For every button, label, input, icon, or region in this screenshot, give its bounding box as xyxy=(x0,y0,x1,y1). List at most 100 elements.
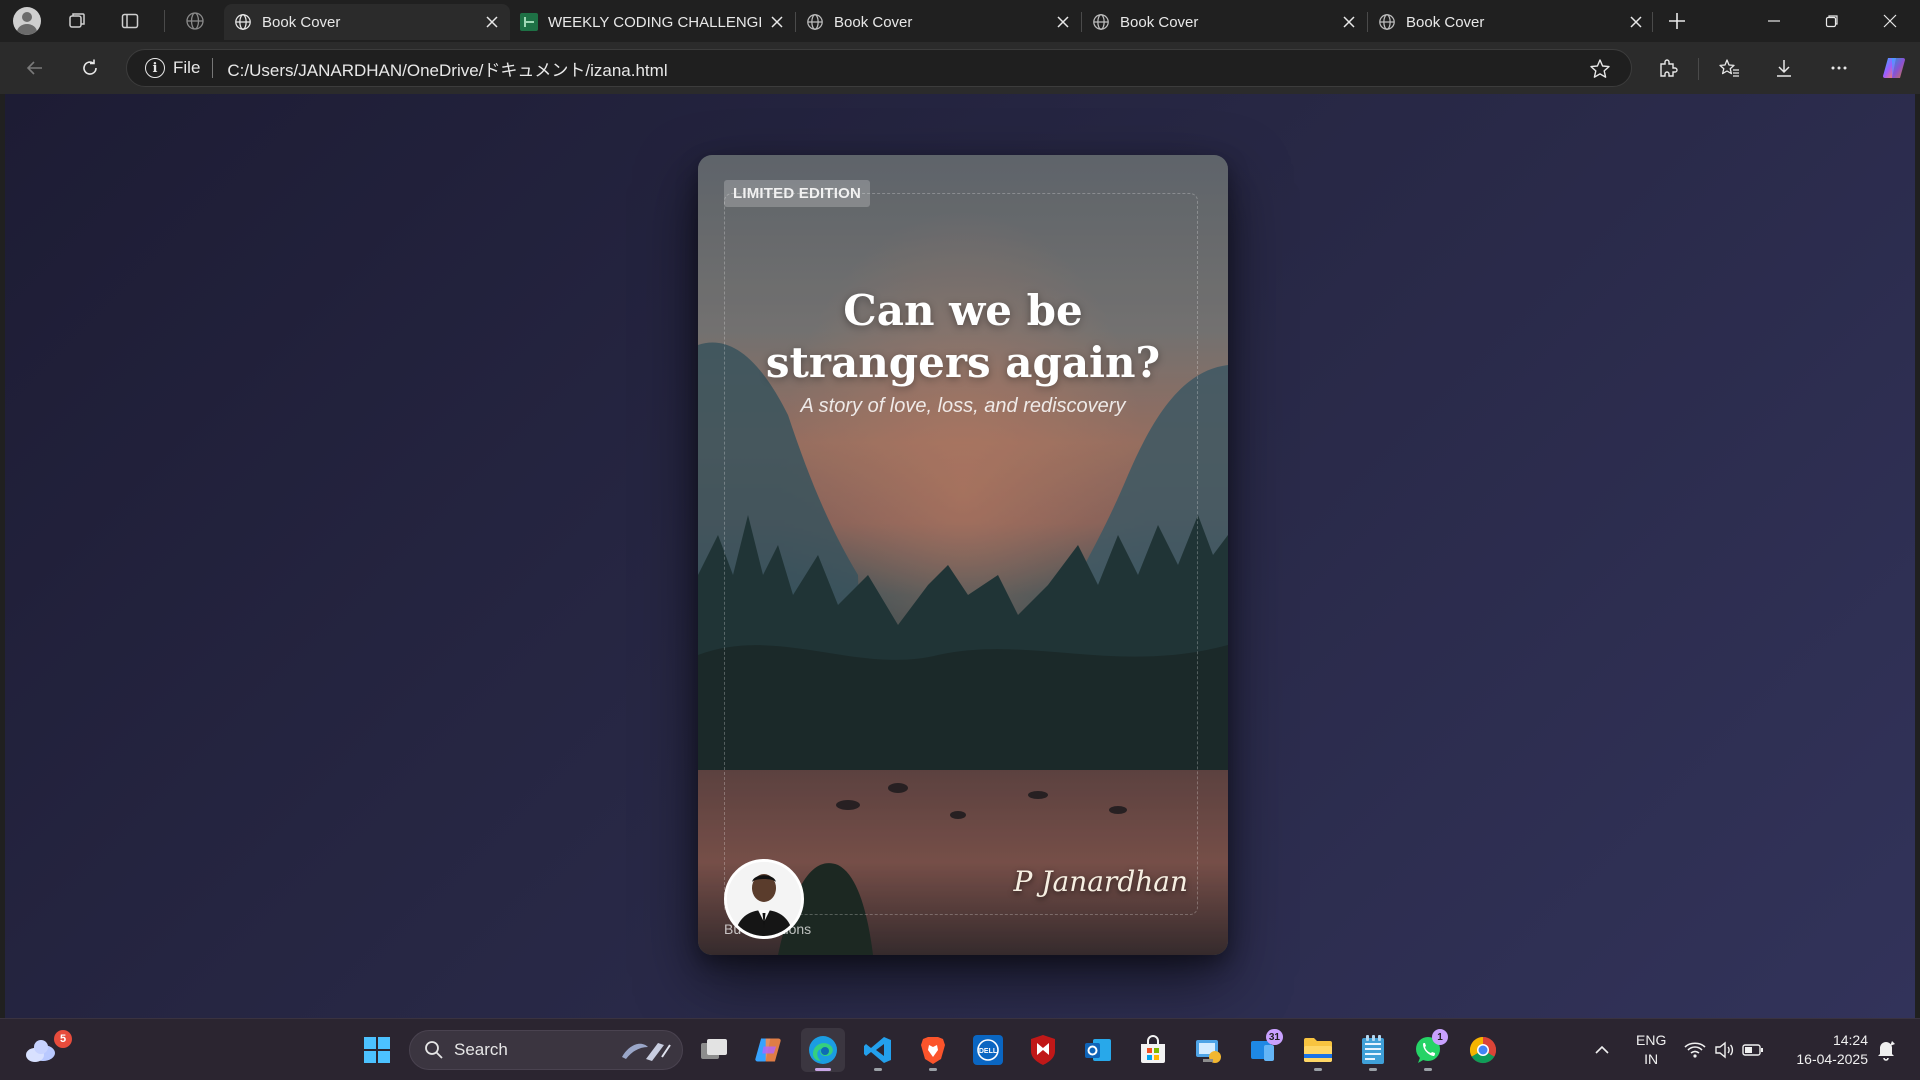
notification-center-button[interactable] xyxy=(1864,1028,1908,1072)
close-icon[interactable] xyxy=(1341,14,1357,30)
refresh-button[interactable] xyxy=(72,50,108,86)
dell-app[interactable]: DELL xyxy=(966,1028,1010,1072)
browser-toolbar: i File C:/Users/JANARDHAN/OneDrive/ドキュメン… xyxy=(0,42,1920,94)
outlook-icon xyxy=(1085,1039,1111,1061)
edge-app[interactable] xyxy=(801,1028,845,1072)
tab-book-cover-active[interactable]: Book Cover xyxy=(224,4,510,40)
whatsapp-app[interactable]: 1 xyxy=(1406,1028,1450,1072)
tab-book-cover-2[interactable]: Book Cover xyxy=(796,4,1081,40)
close-icon[interactable] xyxy=(1055,14,1071,30)
dell-logo-icon: DELL xyxy=(973,1035,1003,1065)
chrome-icon xyxy=(1469,1036,1497,1064)
favorite-star-icon[interactable] xyxy=(1589,58,1611,80)
address-divider xyxy=(212,58,214,78)
info-icon[interactable]: i xyxy=(145,58,165,78)
weather-notification-badge: 5 xyxy=(54,1030,72,1048)
input-language-indicator[interactable]: ENG IN xyxy=(1636,1031,1666,1069)
running-indicator xyxy=(815,1068,831,1071)
start-button[interactable] xyxy=(355,1028,399,1072)
tab-book-cover-3[interactable]: Book Cover xyxy=(1082,4,1367,40)
refresh-icon xyxy=(83,59,97,75)
profile-avatar-icon[interactable] xyxy=(13,7,41,35)
close-window-button[interactable] xyxy=(1861,0,1919,42)
microsoft-store-app[interactable] xyxy=(1131,1028,1175,1072)
book-title-line-2: strangers again? xyxy=(765,338,1161,387)
vertical-tabs-icon[interactable] xyxy=(112,3,148,39)
book-cover: LIMITED EDITION Can we be strangers agai… xyxy=(698,155,1228,955)
volume-icon xyxy=(1715,1041,1734,1059)
search-label: Search xyxy=(454,1040,508,1059)
spreadsheet-icon xyxy=(520,13,538,31)
tab-title: Book Cover xyxy=(1120,13,1199,31)
extensions-button[interactable] xyxy=(1650,50,1686,86)
language-region: IN xyxy=(1644,1051,1659,1067)
chrome-app[interactable] xyxy=(1461,1028,1505,1072)
close-icon[interactable] xyxy=(1628,14,1644,30)
back-button[interactable] xyxy=(17,50,53,86)
copilot-icon xyxy=(755,1038,781,1062)
mcafee-shield-icon xyxy=(1031,1035,1055,1065)
globe-icon[interactable] xyxy=(177,3,213,39)
address-url[interactable]: C:/Users/JANARDHAN/OneDrive/ドキュメント/izana… xyxy=(227,56,667,81)
show-hidden-icons-button[interactable] xyxy=(1580,1028,1624,1072)
edge-browser-icon xyxy=(809,1036,837,1064)
teams-notification-badge: 31 xyxy=(1265,1029,1283,1045)
tab-title: Book Cover xyxy=(1406,13,1485,31)
whatsapp-notification-badge: 1 xyxy=(1432,1029,1448,1045)
mcafee-app[interactable] xyxy=(1021,1028,1065,1072)
weather-widget[interactable]: 5 xyxy=(18,1028,72,1072)
address-bar[interactable]: i File C:/Users/JANARDHAN/OneDrive/ドキュメン… xyxy=(126,49,1632,87)
tab-book-cover-4[interactable]: Book Cover xyxy=(1368,4,1654,40)
close-icon[interactable] xyxy=(769,14,785,30)
puzzle-icon xyxy=(1660,59,1678,77)
running-indicator xyxy=(874,1068,882,1071)
restore-button[interactable] xyxy=(1803,0,1861,42)
globe-icon xyxy=(1379,14,1395,30)
control-panel-app[interactable] xyxy=(1186,1028,1230,1072)
store-bag-icon xyxy=(1141,1035,1165,1063)
brave-lion-icon xyxy=(921,1037,945,1064)
address-scheme-label: File xyxy=(173,58,201,77)
downloads-button[interactable] xyxy=(1766,50,1802,86)
browser-tab-strip: Book Cover WEEKLY CODING CHALLENGE - Boo… xyxy=(0,0,1920,42)
task-view-button[interactable] xyxy=(692,1028,736,1072)
globe-icon xyxy=(1093,14,1109,30)
file-explorer-app[interactable] xyxy=(1296,1028,1340,1072)
brave-app[interactable] xyxy=(911,1028,955,1072)
clock-date: 16-04-2025 xyxy=(1796,1051,1868,1067)
author-avatar xyxy=(724,859,804,939)
outlook-app[interactable] xyxy=(1076,1028,1120,1072)
limited-edition-badge: LIMITED EDITION xyxy=(724,180,870,207)
toolbar-divider xyxy=(1698,58,1699,80)
running-indicator xyxy=(1424,1068,1432,1071)
taskbar-search-box[interactable]: Search xyxy=(409,1030,683,1070)
taskbar-clock[interactable]: 14:24 16-04-2025 xyxy=(1796,1031,1868,1069)
teams-app[interactable]: 31 xyxy=(1241,1028,1285,1072)
close-icon[interactable] xyxy=(484,14,500,30)
vscode-icon xyxy=(864,1037,891,1063)
globe-icon xyxy=(235,14,251,30)
settings-more-button[interactable] xyxy=(1821,50,1857,86)
vscode-app[interactable] xyxy=(856,1028,900,1072)
workspaces-icon[interactable] xyxy=(59,3,95,39)
minimize-button[interactable] xyxy=(1745,0,1803,42)
system-tray-quick-settings[interactable] xyxy=(1684,1019,1764,1080)
minimize-icon xyxy=(1768,20,1780,22)
copilot-button[interactable] xyxy=(1876,50,1912,86)
wifi-icon xyxy=(1684,1042,1706,1058)
folder-icon xyxy=(1304,1038,1332,1062)
clock-time: 14:24 xyxy=(1832,1032,1868,1048)
notepad-app[interactable] xyxy=(1351,1028,1395,1072)
copilot-app[interactable] xyxy=(746,1028,790,1072)
chevron-up-icon xyxy=(1595,1045,1609,1054)
control-panel-icon xyxy=(1196,1040,1221,1063)
running-indicator xyxy=(1314,1068,1322,1071)
tab-weekly-coding-challenge[interactable]: WEEKLY CODING CHALLENGE - xyxy=(510,4,795,40)
favorites-button[interactable] xyxy=(1711,50,1747,86)
favorites-icon xyxy=(1719,59,1739,77)
tab-title: WEEKLY CODING CHALLENGE - xyxy=(548,13,761,31)
tab-strip-divider xyxy=(164,10,165,32)
book-subtitle: A story of love, loss, and rediscovery xyxy=(800,395,1126,417)
new-tab-button[interactable] xyxy=(1659,3,1695,39)
running-indicator xyxy=(1369,1068,1377,1071)
